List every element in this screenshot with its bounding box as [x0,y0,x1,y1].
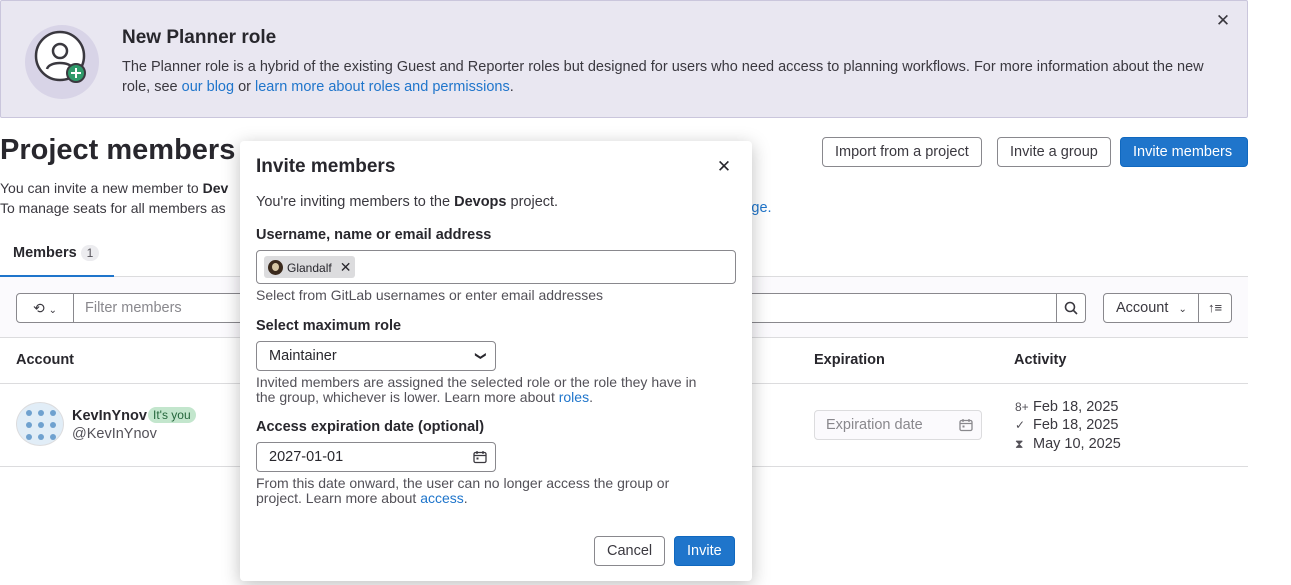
tab-members-count: 1 [80,245,100,261]
sort-field-label: Account [1116,300,1169,316]
roles-link[interactable]: roles [559,389,589,405]
its-you-badge: It's you [148,407,196,423]
search-button[interactable] [1056,293,1086,323]
activity-last-activity: ⧗ May 10, 2025 [1015,436,1121,452]
close-icon[interactable]: ✕ [714,157,734,177]
avatar [268,260,283,275]
role-select[interactable]: Maintainer ❯ [256,341,496,371]
tab-members[interactable]: Members 1 [0,232,114,277]
expiry-help-line1: From this date onward, the user can no l… [256,475,670,491]
hourglass-icon: ⧗ [1015,437,1024,451]
invite-group-button[interactable]: Invite a group [997,137,1111,167]
calendar-icon [959,419,973,432]
page-description-line1: You can invite a new member to Dev [0,178,228,198]
planner-role-banner: New Planner role The Planner role is a h… [0,0,1248,118]
import-from-project-button[interactable]: Import from a project [822,137,982,167]
banner-or: or [234,79,256,95]
activity-date: Feb 18, 2025 [1033,399,1119,415]
check-icon: ✓ [1015,418,1026,432]
roles-permissions-link[interactable]: learn more about roles and permissions [255,79,510,95]
planner-role-illustration [25,25,99,99]
expiration-date-input[interactable]: Expiration date [814,410,982,440]
column-header-activity: Activity [1014,352,1067,368]
chevron-down-icon: ❯ [474,351,487,361]
expiry-help-line2: project. Learn more about [256,490,421,506]
search-icon [1064,301,1078,315]
banner-title: New Planner role [122,27,277,48]
expiry-help: From this date onward, the user can no l… [256,475,670,506]
expiration-placeholder: Expiration date [826,417,923,433]
desc-text: You can invite a new member to [0,180,203,196]
chevron-down-icon: ⌄ [1178,304,1187,315]
page-title: Project members [0,134,236,166]
sort-field-dropdown[interactable]: Account ⌄ [1103,293,1199,323]
selected-user-token: Glandalf ✕ [264,256,356,278]
expiry-value: 2027-01-01 [269,449,344,465]
sort-direction-button[interactable]: ↑≡ [1198,293,1232,323]
close-icon[interactable]: ✕ [1213,11,1233,31]
expiry-label: Access expiration date (optional) [256,419,485,435]
activity-date: May 10, 2025 [1033,436,1121,452]
desc-project: Dev [202,180,229,196]
remove-token-icon[interactable]: ✕ [340,256,352,278]
activity-access-granted: 8+ Feb 18, 2025 [1015,399,1118,415]
modal-title: Invite members [256,156,396,177]
role-label: Select maximum role [256,318,402,334]
role-help-line1: Invited members are assigned the selecte… [256,374,697,390]
page-description-line2: To manage seats for all members as [0,200,226,216]
username-label: Username, name or email address [256,227,492,243]
intro-suffix: project. [506,194,559,210]
avatar[interactable] [16,402,64,446]
activity-user-created: ✓ Feb 18, 2025 [1015,417,1118,433]
calendar-icon[interactable] [473,450,487,464]
role-help: Invited members are assigned the selecte… [256,374,697,405]
column-header-account: Account [16,352,74,368]
invite-members-button[interactable]: Invite members [1120,137,1248,167]
token-user-name: Glandalf [287,261,332,275]
role-help-line2: the group, whichever is lower. Learn mor… [256,389,559,405]
sort-ascending-icon: ↑≡ [1207,300,1223,315]
members-token-input[interactable]: Glandalf ✕ [256,250,736,284]
role-help-end: . [589,389,593,405]
invite-members-modal: Invite members ✕ You're inviting members… [240,141,752,581]
intro-text: You're inviting members to the [256,194,455,210]
intro-project: Devops [454,194,507,210]
access-expiration-date-input[interactable]: 2027-01-01 [256,442,496,472]
cancel-button[interactable]: Cancel [594,536,666,566]
recent-searches-button[interactable]: ⟲ ⌄ [16,293,74,323]
access-link[interactable]: access [420,490,464,506]
activity-date: Feb 18, 2025 [1033,417,1119,433]
chevron-down-icon: ⌄ [48,305,57,316]
banner-end: . [509,79,514,95]
our-blog-link[interactable]: our blog [182,79,234,95]
member-username: @KevInYnov [72,426,157,442]
banner-body: The Planner role is a hybrid of the exis… [122,57,1222,97]
history-icon: ⟲ [32,300,45,316]
modal-intro: You're inviting members to the Devops pr… [256,194,558,210]
user-add-icon: 8+ [1015,400,1029,414]
tab-members-label: Members [13,245,77,261]
expiry-help-end: . [463,490,468,506]
column-header-expiration: Expiration [814,352,885,368]
role-value: Maintainer [269,348,337,364]
invite-button[interactable]: Invite [674,536,735,566]
username-help: Select from GitLab usernames or enter em… [256,287,604,303]
member-name[interactable]: KevInYnov [72,408,147,424]
